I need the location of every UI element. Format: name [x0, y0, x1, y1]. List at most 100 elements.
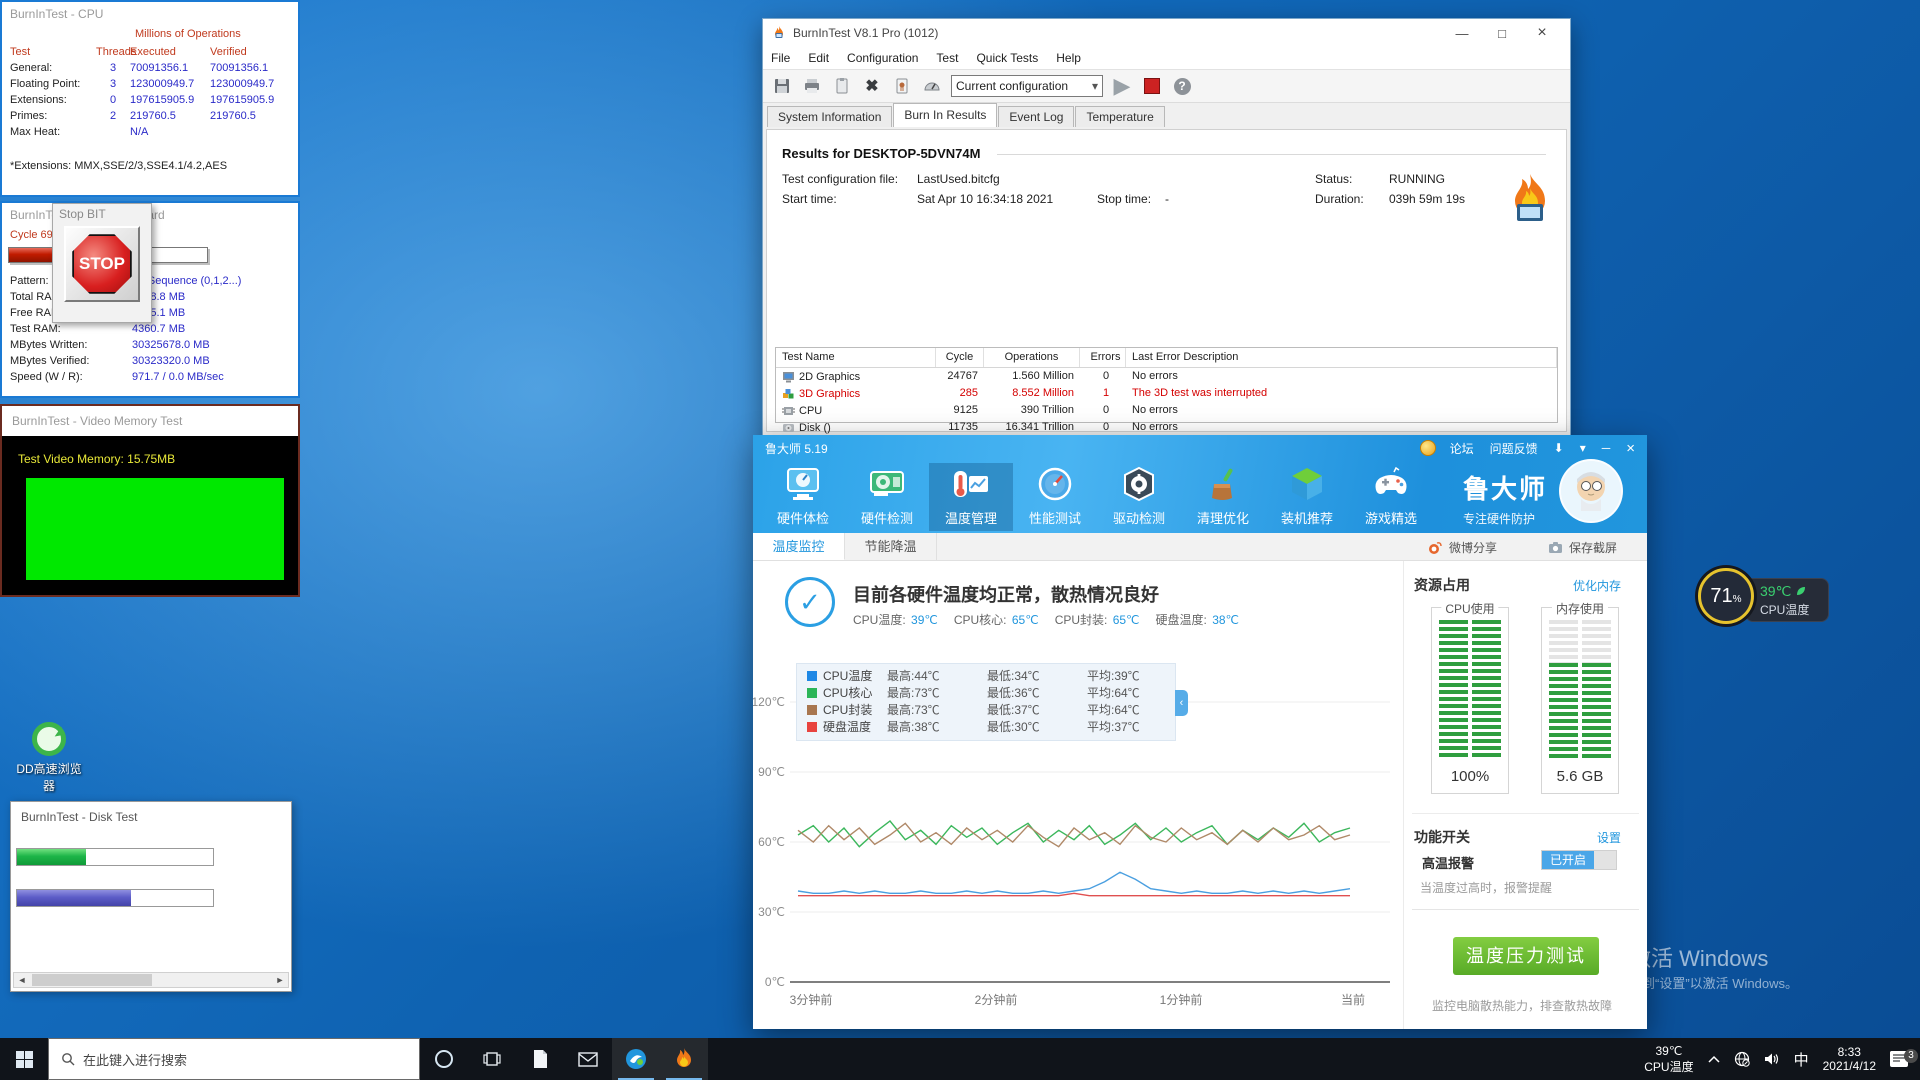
ludashi-sidebar: 资源占用 优化内存 CPU使用 100% 内存使用 5.6 GB 功能开关 设置…: [1403, 561, 1647, 1029]
save-screenshot-button[interactable]: 保存截屏: [1548, 533, 1617, 561]
disk-scrollbar[interactable]: ◄ ►: [13, 972, 289, 988]
tab-system-information[interactable]: System Information: [767, 106, 893, 127]
nav-item-温度管理[interactable]: 温度管理: [929, 463, 1013, 531]
certificate-icon[interactable]: [891, 75, 913, 97]
clock[interactable]: 8:33 2021/4/12: [1816, 1045, 1883, 1073]
cpu-window-title: BurnInTest - CPU: [10, 7, 104, 21]
maximize-button[interactable]: □: [1482, 26, 1522, 41]
nav-item-硬件检测[interactable]: 硬件检测: [845, 463, 929, 531]
optimize-memory-link[interactable]: 优化内存: [1573, 577, 1621, 594]
high-temp-alarm-toggle[interactable]: 已开启: [1541, 850, 1617, 870]
error-desc-cell: No errors: [1132, 421, 1178, 433]
bit-toolbar: ✖ Current configuration ▾ ▶ ?: [763, 69, 1570, 103]
scrollbar-thumb[interactable]: [32, 974, 152, 986]
legend-name: CPU核心: [823, 686, 873, 700]
weibo-share-button[interactable]: 微博分享: [1428, 533, 1497, 561]
status-label: Status:: [1315, 172, 1353, 186]
tab-温度监控[interactable]: 温度监控: [753, 533, 845, 560]
help-icon[interactable]: ?: [1171, 75, 1193, 97]
legend-avg: 平均:39℃: [1087, 669, 1140, 683]
save-report-icon[interactable]: [771, 75, 793, 97]
close-button[interactable]: ×: [1522, 24, 1562, 42]
taskbar-app-mail[interactable]: [564, 1038, 612, 1080]
configuration-select[interactable]: Current configuration ▾: [951, 75, 1103, 97]
settings-link[interactable]: 设置: [1597, 829, 1621, 846]
gauge-icon[interactable]: [921, 75, 943, 97]
tray-chevron-icon[interactable]: [1701, 1055, 1727, 1063]
notification-center-button[interactable]: 3: [1883, 1049, 1920, 1067]
nav-item-硬件体检[interactable]: 硬件体检: [761, 463, 845, 531]
ime-indicator[interactable]: 中: [1787, 1049, 1816, 1070]
legend-collapse-icon[interactable]: ‹: [1175, 690, 1188, 716]
task-view-button[interactable]: [468, 1038, 516, 1080]
network-globe-icon[interactable]: [1727, 1051, 1757, 1067]
results-title: Results for DESKTOP-5DVN74M: [782, 146, 981, 161]
nav-item-清理优化[interactable]: 清理优化: [1181, 463, 1265, 531]
menu-item-configuration[interactable]: Configuration: [847, 51, 918, 65]
clean-optimize-icon: [1202, 464, 1244, 504]
menu-item-file[interactable]: File: [771, 51, 790, 65]
nav-item-性能测试[interactable]: 性能测试: [1013, 463, 1097, 531]
desktop-icon-dd-browser[interactable]: DD高速浏览 器: [10, 722, 88, 794]
scroll-right-icon[interactable]: ►: [272, 973, 288, 987]
nav-item-label: 性能测试: [1028, 511, 1081, 526]
menu-item-edit[interactable]: Edit: [808, 51, 829, 65]
menu-item-test[interactable]: Test: [936, 51, 958, 65]
lu-close-button[interactable]: ×: [1626, 440, 1635, 457]
table-row[interactable]: 3D Graphics 285 8.552 Million 1 The 3D test …: [776, 385, 1557, 402]
table-row[interactable]: CPU 9125 390 Trillion 0 No errors: [776, 402, 1557, 419]
tray-cpu-temp[interactable]: 39℃ CPU温度: [1637, 1044, 1700, 1075]
temperature-stress-test-button[interactable]: 温度压力测试: [1453, 937, 1599, 975]
stop-tests-button[interactable]: [1141, 75, 1163, 97]
cortana-button[interactable]: [420, 1038, 468, 1080]
forum-link[interactable]: 论坛: [1450, 440, 1474, 457]
legend-row-CPU温度: CPU温度 最高:44℃ 最低:34℃ 平均:39℃: [805, 668, 1175, 685]
test-name-cell: 2D Graphics: [776, 368, 936, 385]
print-icon[interactable]: [801, 75, 823, 97]
delete-icon[interactable]: ✖: [861, 75, 883, 97]
menu-caret-icon[interactable]: ▾: [1580, 441, 1586, 455]
window-ludashi: 鲁大师 5.19 论坛 问题反馈 ⬇ ▾ ─ × 硬件体检 硬件检测 温度管理 性能测…: [753, 435, 1647, 1029]
cpu-usage-widget[interactable]: 71 %: [1698, 568, 1754, 624]
tab-temperature[interactable]: Temperature: [1075, 106, 1165, 127]
memory-usage-label: 内存使用: [1551, 600, 1609, 617]
minimize-button[interactable]: —: [1442, 26, 1482, 41]
menu-item-quick-tests[interactable]: Quick Tests: [976, 51, 1038, 65]
cpu-table-header: Test Threads Executed Verified: [10, 44, 296, 60]
tab-event-log[interactable]: Event Log: [998, 106, 1075, 127]
temperature-manage-icon: [950, 464, 992, 504]
tab-节能降温[interactable]: 节能降温: [845, 533, 937, 560]
cpu-temp-widget-tag[interactable]: 39℃ CPU温度: [1745, 578, 1829, 622]
nav-item-驱动检测[interactable]: 驱动检测: [1097, 463, 1181, 531]
download-icon[interactable]: ⬇: [1554, 441, 1564, 455]
stop-bit-button[interactable]: STOP: [64, 226, 140, 302]
taskbar-app-document[interactable]: [516, 1038, 564, 1080]
volume-icon[interactable]: [1757, 1052, 1787, 1066]
medal-icon[interactable]: [1419, 440, 1436, 456]
feedback-link[interactable]: 问题反馈: [1490, 440, 1538, 457]
mascot-avatar[interactable]: [1559, 459, 1623, 523]
start-tests-button[interactable]: ▶: [1111, 73, 1133, 98]
svg-text:3分钟前: 3分钟前: [790, 992, 833, 1007]
lu-minimize-button[interactable]: ─: [1602, 441, 1611, 455]
menu-item-help[interactable]: Help: [1056, 51, 1081, 65]
operations-cell: 8.552 Million: [1012, 387, 1074, 399]
nav-item-游戏精选[interactable]: 游戏精选: [1349, 463, 1433, 531]
table-row[interactable]: 2D Graphics 24767 1.560 Million 0 No errors: [776, 368, 1557, 385]
new-config-icon[interactable]: [831, 75, 853, 97]
taskbar-search[interactable]: 在此键入进行搜索: [48, 1038, 420, 1080]
nav-item-label: 硬件检测: [860, 511, 913, 526]
table-row[interactable]: Disk () 11735 16.341 Trillion 0 No errors: [776, 419, 1557, 436]
cpu-col-header: Threads: [96, 46, 137, 58]
taskbar-app-ludashi[interactable]: [612, 1038, 660, 1080]
ludashi-brand: 鲁大师 专注硬件防护: [1463, 469, 1547, 527]
nav-item-装机推荐[interactable]: 装机推荐: [1265, 463, 1349, 531]
video-status-text: Test Video Memory: 15.75MB: [18, 452, 176, 466]
scroll-left-icon[interactable]: ◄: [14, 973, 30, 987]
taskbar-app-burnintest[interactable]: [660, 1038, 708, 1080]
start-button[interactable]: [0, 1038, 48, 1080]
tab-burn-in-results[interactable]: Burn In Results: [893, 103, 998, 127]
results-col-header: Last Error Description: [1126, 348, 1557, 367]
series-CPU封装: [797, 822, 1351, 848]
hardware-detect-icon: [866, 464, 908, 504]
